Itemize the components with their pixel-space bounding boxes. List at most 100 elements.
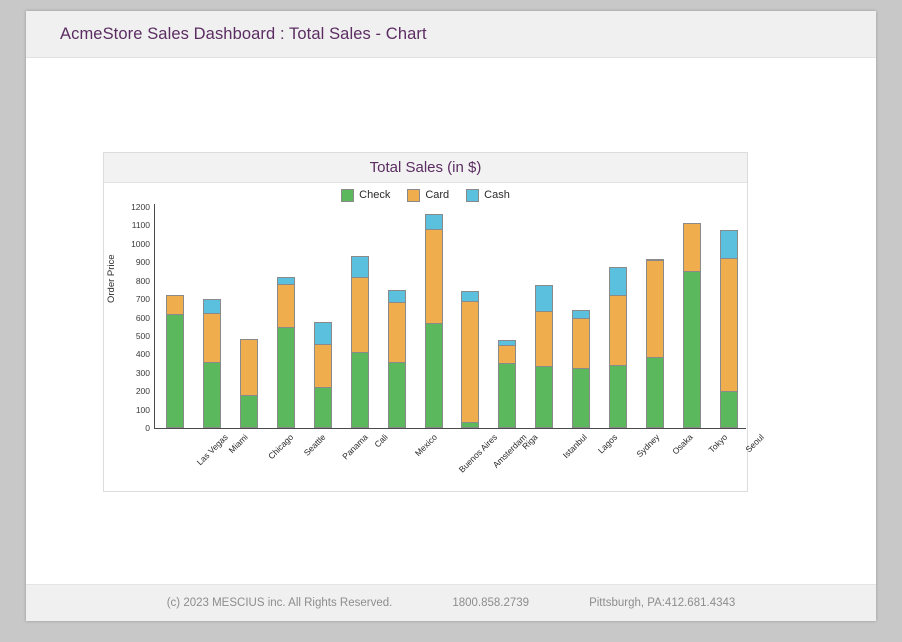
bar-segment-card[interactable] — [572, 318, 591, 369]
bar-segment-check[interactable] — [461, 422, 480, 428]
bar-stack[interactable] — [608, 266, 627, 428]
x-tick-label: Chicago — [266, 432, 296, 462]
footer-address: Pittsburgh, PA:412.681.4343 — [589, 597, 736, 609]
x-tick-label: Mexico — [412, 432, 439, 459]
bar-segment-card[interactable] — [313, 344, 332, 388]
bar-segment-check[interactable] — [240, 394, 259, 428]
bar-segment-cash[interactable] — [313, 322, 332, 345]
chart-legend: Check Card Cash — [104, 183, 747, 207]
legend-swatch-icon — [407, 188, 421, 202]
x-tick-label: Seattle — [301, 432, 328, 458]
bar-stack[interactable] — [240, 338, 259, 428]
bar-stack[interactable] — [313, 322, 332, 428]
footer-copyright: (c) 2023 MESCIUS inc. All Rights Reserve… — [166, 597, 393, 609]
y-tick-label: 500 — [135, 330, 150, 341]
bar-segment-card[interactable] — [166, 295, 185, 314]
legend-item-cash[interactable]: Cash — [466, 188, 510, 202]
bar-segment-cash[interactable] — [535, 285, 554, 312]
legend-item-card[interactable]: Card — [407, 188, 449, 202]
bar-segment-check[interactable] — [350, 351, 369, 428]
bar-segment-card[interactable] — [608, 294, 627, 366]
bars-container — [155, 207, 745, 428]
bar-stack[interactable] — [645, 258, 664, 428]
bar-segment-card[interactable] — [387, 301, 406, 362]
y-tick-label: 200 — [135, 386, 150, 397]
bar-segment-cash[interactable] — [461, 290, 480, 301]
bar-stack[interactable] — [535, 285, 554, 428]
x-tick-label: Panama — [340, 432, 370, 462]
bar-segment-cash[interactable] — [387, 289, 406, 302]
bar-segment-card[interactable] — [682, 222, 701, 271]
footer-phone: 1800.858.2739 — [452, 597, 530, 609]
bar-segment-card[interactable] — [424, 229, 443, 324]
bar-segment-cash[interactable] — [572, 310, 591, 319]
bar-segment-check[interactable] — [608, 365, 627, 428]
legend-label: Check — [359, 189, 391, 201]
bar-segment-card[interactable] — [535, 311, 554, 367]
bar-stack[interactable] — [682, 222, 701, 428]
bar-segment-check[interactable] — [166, 313, 185, 428]
y-axis-label: Order Price — [106, 254, 117, 303]
bar-segment-check[interactable] — [535, 366, 554, 428]
x-tick-label: Sydney — [634, 432, 662, 460]
bar-stack[interactable] — [572, 310, 591, 428]
window-title-bar: AcmeStore Sales Dashboard : Total Sales … — [26, 11, 876, 58]
x-tick-label: Seoul — [742, 432, 766, 455]
bar-segment-card[interactable] — [645, 260, 664, 358]
bar-segment-check[interactable] — [682, 270, 701, 428]
y-tick-label: 600 — [135, 312, 150, 323]
legend-swatch-icon — [341, 188, 355, 202]
bar-stack[interactable] — [461, 290, 480, 428]
x-axis-line — [154, 428, 746, 429]
footer-bar: (c) 2023 MESCIUS inc. All Rights Reserve… — [26, 584, 876, 621]
bar-segment-card[interactable] — [350, 277, 369, 352]
bar-segment-card[interactable] — [498, 345, 517, 363]
bar-segment-check[interactable] — [498, 362, 517, 428]
bar-stack[interactable] — [424, 214, 443, 428]
bar-segment-cash[interactable] — [350, 255, 369, 277]
plot-area-wrapper: Order Price 0 100 200 300 400 500 600 700 800 900… — [104, 202, 765, 474]
bar-segment-check[interactable] — [645, 357, 664, 428]
bar-segment-card[interactable] — [203, 312, 222, 362]
bar-segment-card[interactable] — [277, 284, 296, 327]
bar-segment-check[interactable] — [387, 361, 406, 428]
chart-header: Total Sales (in $) — [104, 153, 747, 183]
y-tick-label: 0 — [145, 423, 150, 433]
bar-stack[interactable] — [498, 339, 517, 428]
bar-stack[interactable] — [277, 277, 296, 428]
dashboard-content: Total Sales (in $) Check Card Cash Order P… — [26, 58, 876, 584]
y-tick-label: 1000 — [131, 238, 150, 249]
legend-item-check[interactable]: Check — [341, 188, 391, 202]
bar-segment-check[interactable] — [313, 387, 332, 428]
bar-stack[interactable] — [350, 255, 369, 428]
bar-segment-check[interactable] — [424, 323, 443, 428]
bar-segment-card[interactable] — [461, 300, 480, 423]
bar-segment-card[interactable] — [240, 338, 259, 395]
bar-stack[interactable] — [203, 299, 222, 428]
y-tick-label: 1200 — [131, 202, 150, 212]
application-window: AcmeStore Sales Dashboard : Total Sales … — [26, 11, 876, 621]
bar-segment-cash[interactable] — [277, 277, 296, 285]
y-tick-label: 100 — [135, 404, 150, 415]
bar-segment-cash[interactable] — [424, 214, 443, 230]
x-tick-label: Cali — [372, 432, 390, 450]
bar-stack[interactable] — [719, 230, 738, 428]
y-tick-label: 400 — [135, 349, 150, 360]
bar-segment-card[interactable] — [719, 257, 738, 392]
page-title: AcmeStore Sales Dashboard : Total Sales … — [60, 24, 427, 43]
bar-stack[interactable] — [166, 295, 185, 428]
bar-segment-check[interactable] — [719, 391, 738, 428]
bar-segment-cash[interactable] — [719, 230, 738, 258]
legend-swatch-icon — [466, 188, 480, 202]
bar-segment-check[interactable] — [572, 368, 591, 428]
x-tick-label: Buenos Aires — [456, 432, 499, 475]
y-tick-label: 800 — [135, 275, 150, 286]
x-tick-label: Las Vegas — [195, 432, 231, 468]
bar-segment-check[interactable] — [203, 361, 222, 428]
bar-segment-cash[interactable] — [203, 299, 222, 313]
bar-segment-cash[interactable] — [608, 266, 627, 295]
bar-segment-check[interactable] — [277, 326, 296, 428]
bar-stack[interactable] — [387, 289, 406, 428]
x-tick-label: Osaka — [670, 432, 695, 457]
y-axis-ticks: 0 100 200 300 400 500 600 700 800 900 1000 1100 1200 — [118, 202, 154, 433]
